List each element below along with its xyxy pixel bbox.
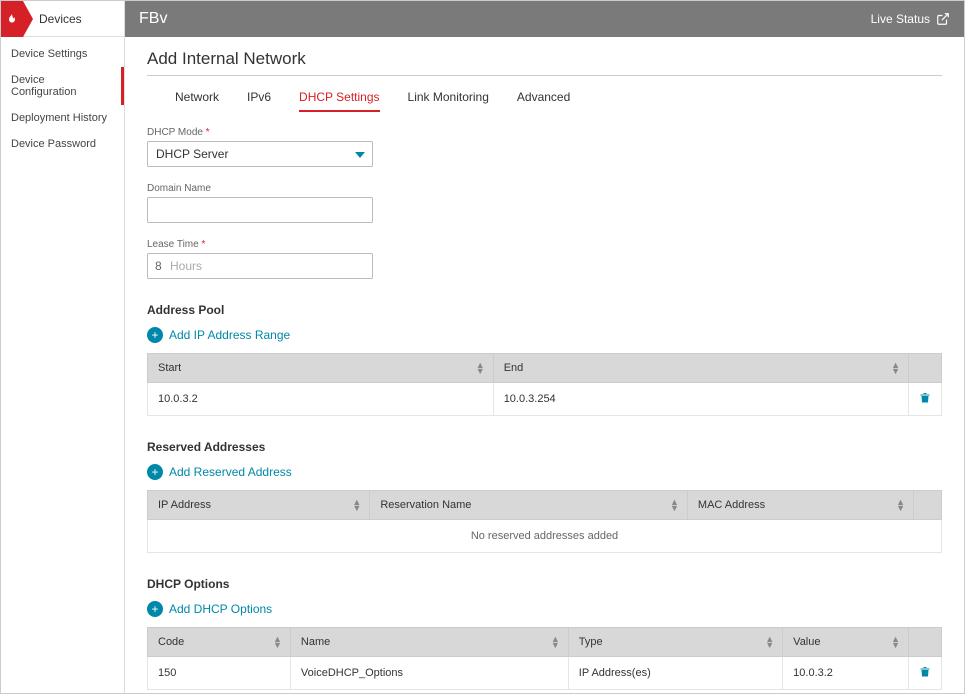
col-reservation-name[interactable]: Reservation Name▲▼ <box>370 491 688 520</box>
sort-icon: ▲▼ <box>670 499 679 511</box>
dhcp-mode-label: DHCP Mode * <box>147 127 942 138</box>
cell-start: 10.0.3.2 <box>148 383 494 416</box>
tab-ipv6[interactable]: IPv6 <box>247 84 271 112</box>
live-status-link[interactable]: Live Status <box>871 12 950 26</box>
col-action <box>909 354 942 383</box>
sort-icon: ▲▼ <box>896 499 905 511</box>
col-action <box>909 628 942 657</box>
col-ip[interactable]: IP Address▲▼ <box>148 491 370 520</box>
domain-name-input[interactable] <box>147 197 373 223</box>
plus-icon: + <box>147 327 163 343</box>
col-name[interactable]: Name▲▼ <box>290 628 568 657</box>
cell-end: 10.0.3.254 <box>493 383 908 416</box>
domain-name-label: Domain Name <box>147 183 942 194</box>
lease-time-input[interactable] <box>147 253 373 279</box>
add-reserved-address-button[interactable]: + Add Reserved Address <box>147 464 942 480</box>
sidebar-header: Devices <box>1 1 124 37</box>
sort-icon: ▲▼ <box>551 636 560 648</box>
page-title: Add Internal Network <box>147 49 942 76</box>
plus-icon: + <box>147 601 163 617</box>
cell-value: 10.0.3.2 <box>783 657 909 690</box>
address-pool-table: Start▲▼ End▲▼ 10.0.3.2 10.0.3.254 <box>147 353 942 416</box>
topbar: FBv Live Status <box>125 1 964 37</box>
dhcp-options-title: DHCP Options <box>147 577 942 591</box>
sidebar-item-device-configuration[interactable]: Device Configuration <box>1 67 124 105</box>
sidebar: Devices Device Settings Device Configura… <box>1 1 125 693</box>
col-code[interactable]: Code▲▼ <box>148 628 291 657</box>
lease-time-label: Lease Time * <box>147 239 942 250</box>
add-dhcp-options-button[interactable]: + Add DHCP Options <box>147 601 942 617</box>
empty-row: No reserved addresses added <box>148 520 942 553</box>
address-pool-title: Address Pool <box>147 303 942 317</box>
col-end[interactable]: End▲▼ <box>493 354 908 383</box>
col-action <box>914 491 942 520</box>
sidebar-item-device-password[interactable]: Device Password <box>1 131 124 157</box>
sidebar-item-device-settings[interactable]: Device Settings <box>1 41 124 67</box>
tab-network[interactable]: Network <box>175 84 219 112</box>
tab-advanced[interactable]: Advanced <box>517 84 570 112</box>
sort-icon: ▲▼ <box>476 362 485 374</box>
table-row: 150 VoiceDHCP_Options IP Address(es) 10.… <box>148 657 942 690</box>
trash-icon[interactable] <box>919 391 931 404</box>
flame-icon <box>1 1 23 37</box>
add-ip-address-range-button[interactable]: + Add IP Address Range <box>147 327 942 343</box>
col-type[interactable]: Type▲▼ <box>568 628 782 657</box>
external-link-icon <box>936 12 950 26</box>
tab-dhcp-settings[interactable]: DHCP Settings <box>299 84 379 112</box>
dhcp-options-table: Code▲▼ Name▲▼ Type▲▼ Value▲▼ 150 VoiceDH… <box>147 627 942 690</box>
dhcp-mode-select[interactable] <box>147 141 373 167</box>
tabs: Network IPv6 DHCP Settings Link Monitori… <box>147 84 942 113</box>
sort-icon: ▲▼ <box>891 362 900 374</box>
device-name: FBv <box>139 10 167 28</box>
plus-icon: + <box>147 464 163 480</box>
col-start[interactable]: Start▲▼ <box>148 354 494 383</box>
sort-icon: ▲▼ <box>273 636 282 648</box>
tab-link-monitoring[interactable]: Link Monitoring <box>408 84 489 112</box>
reserved-addresses-table: IP Address▲▼ Reservation Name▲▼ MAC Addr… <box>147 490 942 553</box>
trash-icon[interactable] <box>919 665 931 678</box>
cell-type: IP Address(es) <box>568 657 782 690</box>
col-mac[interactable]: MAC Address▲▼ <box>687 491 913 520</box>
sort-icon: ▲▼ <box>765 636 774 648</box>
col-value[interactable]: Value▲▼ <box>783 628 909 657</box>
sort-icon: ▲▼ <box>891 636 900 648</box>
table-row: 10.0.3.2 10.0.3.254 <box>148 383 942 416</box>
sidebar-item-deployment-history[interactable]: Deployment History <box>1 105 124 131</box>
cell-code: 150 <box>148 657 291 690</box>
live-status-label: Live Status <box>871 12 930 26</box>
reserved-addresses-title: Reserved Addresses <box>147 440 942 454</box>
lease-time-value-prefix: 8 <box>155 259 162 273</box>
sort-icon: ▲▼ <box>352 499 361 511</box>
cell-name: VoiceDHCP_Options <box>290 657 568 690</box>
